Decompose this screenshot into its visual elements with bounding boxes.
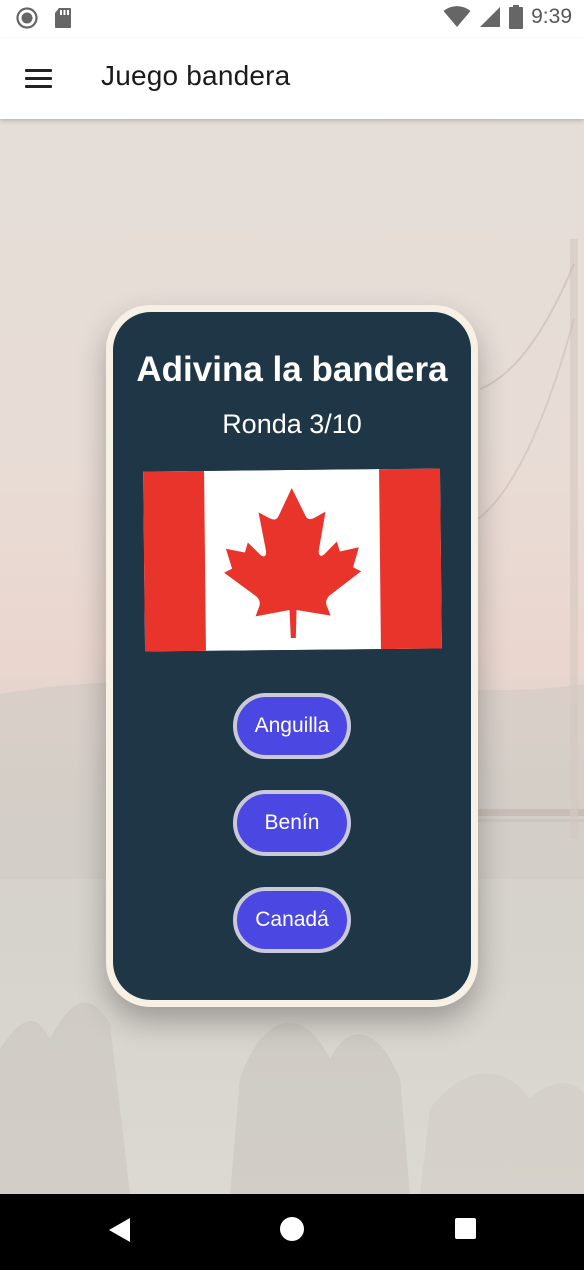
status-bar: 9:39 [0, 0, 584, 38]
game-card-inner: Adivina la bandera Ronda 3/10 Anguilla B… [113, 312, 471, 1000]
round-counter: Ronda 3/10 [222, 409, 362, 439]
battery-icon [509, 5, 524, 29]
recents-icon[interactable] [455, 1218, 476, 1239]
record-icon [16, 7, 38, 29]
home-icon[interactable] [280, 1217, 304, 1241]
game-title: Adivina la bandera [136, 350, 448, 389]
game-card: Adivina la bandera Ronda 3/10 Anguilla B… [106, 305, 478, 1007]
option-canada-button[interactable]: Canadá [233, 887, 351, 953]
hamburger-menu-icon[interactable] [16, 58, 60, 98]
app-bar: Juego bandera [0, 38, 584, 119]
option-benin-button[interactable]: Benín [233, 790, 351, 856]
option-anguilla-button[interactable]: Anguilla [233, 693, 351, 759]
navigation-bar [0, 1194, 584, 1270]
sd-card-icon [55, 8, 71, 28]
wifi-icon [443, 6, 471, 27]
status-time: 9:39 [531, 5, 572, 28]
signal-icon [480, 7, 501, 27]
canada-flag-image [143, 468, 442, 652]
back-icon[interactable] [108, 1217, 132, 1243]
app-title: Juego bandera [101, 60, 291, 91]
